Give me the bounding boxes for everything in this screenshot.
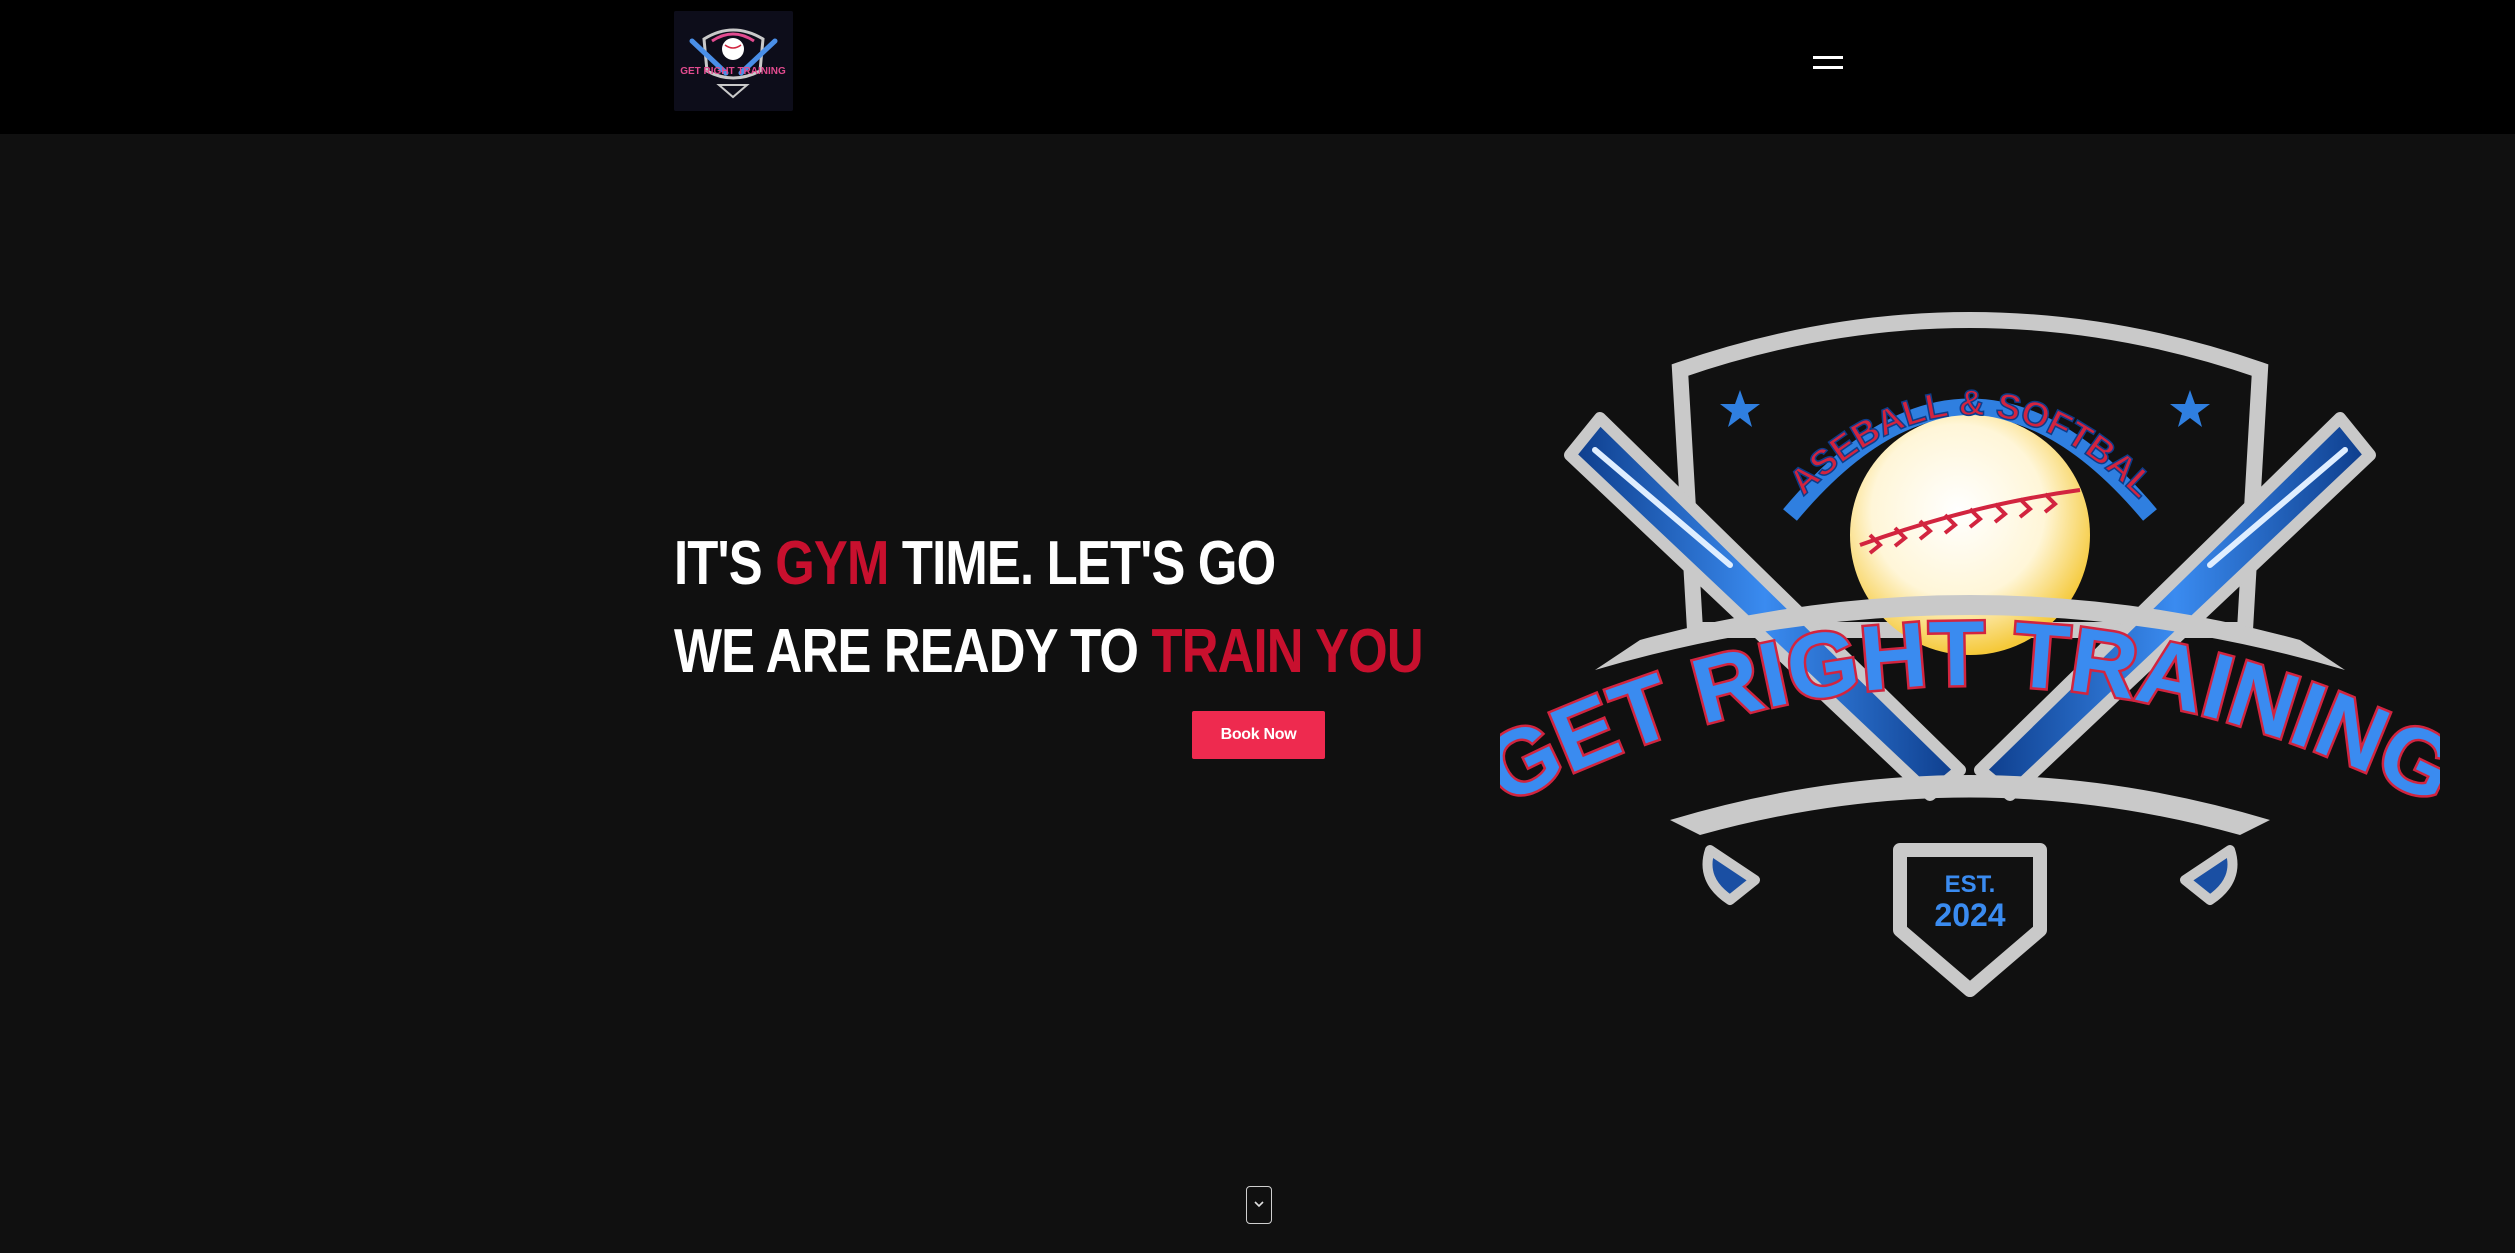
get-right-training-logo-image: BASEBALL & SOFTBALL GET RIGHT TRAINING E…	[1500, 290, 2440, 997]
hero-heading: IT'S GYM TIME. LET'S GO WE ARE READY TO …	[674, 520, 1434, 696]
hero-line-1-text-end: TIME. LET'S GO	[888, 529, 1276, 598]
top-navigation-bar: GET RIGHT TRAINING	[0, 0, 2515, 134]
chevron-down-icon	[1254, 1201, 1264, 1208]
hero-line-1-accent: GYM	[775, 529, 889, 598]
hero-line-2-text: WE ARE READY TO	[674, 617, 1152, 686]
hero-line-1-text: IT'S	[674, 529, 776, 598]
hero-line-2-accent: TRAIN YOU	[1151, 617, 1423, 686]
site-logo-link[interactable]: GET RIGHT TRAINING	[674, 11, 793, 111]
logo-est-label: EST.	[1945, 871, 1996, 898]
scroll-down-button[interactable]	[1246, 1186, 1272, 1224]
book-now-button[interactable]: Book Now	[1192, 711, 1325, 759]
hamburger-menu-icon[interactable]	[1810, 50, 1846, 72]
hero-line-2: WE ARE READY TO TRAIN YOU	[674, 608, 1424, 696]
svg-text:GET RIGHT TRAINING: GET RIGHT TRAINING	[680, 66, 786, 77]
home-plate-icon: EST. 2024	[1893, 843, 2047, 997]
hero-line-1: IT'S GYM TIME. LET'S GO	[674, 520, 1297, 608]
site-logo-icon: GET RIGHT TRAINING	[674, 11, 793, 111]
logo-est-year: 2024	[1934, 897, 2005, 933]
